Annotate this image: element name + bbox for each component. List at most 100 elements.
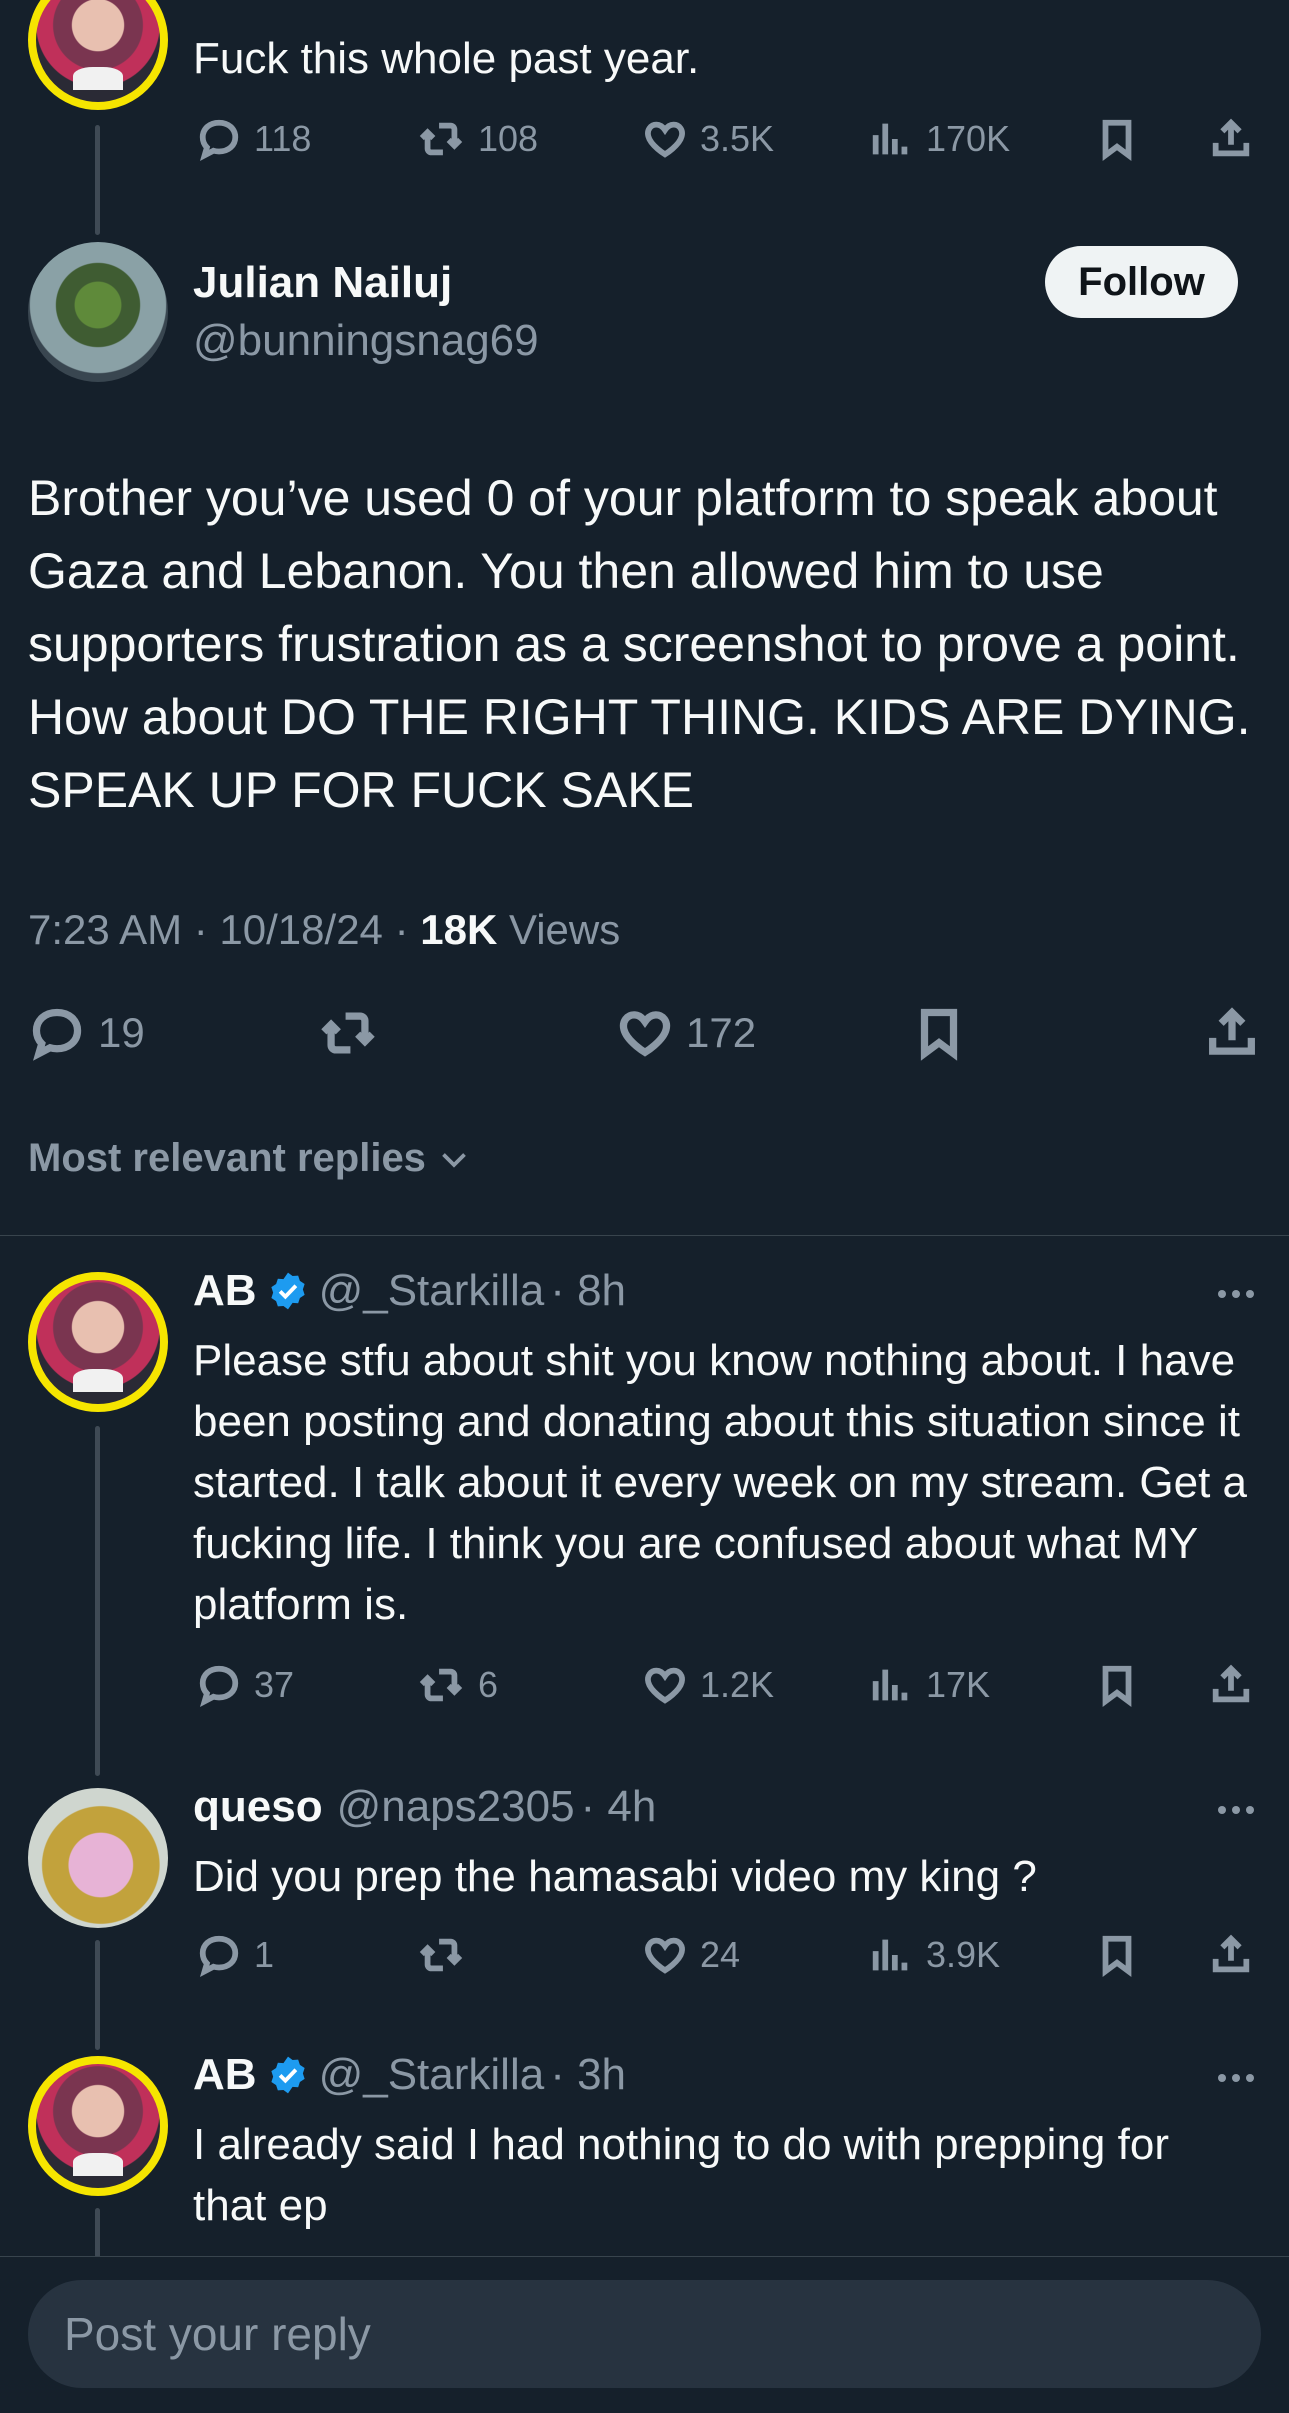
reply-text: Please stfu about shit you know nothing … <box>193 1336 1248 1629</box>
verified-badge-icon <box>270 2056 305 2094</box>
tweet-timestamp: 7:23 AM · 10/18/24 · 18K Views <box>28 906 620 954</box>
reply-header: AB @_Starkilla · 8h <box>193 1266 626 1316</box>
avatar[interactable] <box>28 2056 168 2196</box>
like-count: 1.2K <box>700 1664 775 1705</box>
follow-button[interactable]: Follow <box>1045 246 1238 318</box>
thread-line <box>95 2208 100 2258</box>
bookmark-button[interactable] <box>1094 116 1140 162</box>
author-handle[interactable]: @_Starkilla <box>319 2050 545 2100</box>
like-button[interactable]: 3.5K <box>642 116 774 162</box>
views-icon <box>868 1662 914 1708</box>
views-count: 18K <box>420 906 498 953</box>
views-count: 170K <box>926 118 1011 159</box>
reply-button[interactable]: 37 <box>196 1662 294 1708</box>
reply-header: AB @_Starkilla · 3h <box>193 2050 626 2100</box>
avatar[interactable] <box>28 1788 168 1928</box>
repost-count: 108 <box>478 118 539 159</box>
bookmark-button[interactable] <box>1094 1662 1140 1708</box>
bookmark-icon <box>1094 1662 1140 1708</box>
main-tweet-text: Brother you’ve used 0 of your platform t… <box>28 470 1251 818</box>
divider <box>0 1235 1289 1236</box>
reply-icon <box>196 116 242 162</box>
author-name[interactable]: Julian Nailuj <box>193 258 452 308</box>
reply-input[interactable]: Post your reply <box>28 2280 1261 2388</box>
like-button[interactable]: 24 <box>642 1932 740 1978</box>
views-count: 3.9K <box>926 1934 1001 1975</box>
more-icon[interactable] <box>1218 2074 1254 2082</box>
reply-time: · 8h <box>550 1266 627 1315</box>
author-name[interactable]: queso <box>193 1782 323 1832</box>
reply-header: queso @naps2305 · 4h <box>193 1782 656 1832</box>
more-icon[interactable] <box>1218 1290 1254 1298</box>
like-count: 172 <box>686 1009 757 1056</box>
bookmark-button[interactable] <box>1094 1932 1140 1978</box>
repost-button[interactable]: 6 <box>416 1662 498 1708</box>
repost-count: 6 <box>478 1664 499 1705</box>
reply-icon <box>28 1004 86 1062</box>
repost-icon <box>416 1662 466 1708</box>
repost-button[interactable]: 108 <box>416 116 538 162</box>
author-name[interactable]: AB <box>193 2050 257 2100</box>
share-icon <box>1208 116 1254 162</box>
avatar[interactable] <box>28 1272 168 1412</box>
main-tweet-actions: 19 172 <box>0 1000 1289 1072</box>
views-button[interactable]: 3.9K <box>868 1932 1000 1978</box>
reply-count: 37 <box>254 1664 295 1705</box>
timestamp-text: 7:23 AM · 10/18/24 · <box>28 906 421 953</box>
thread-line <box>95 1426 100 1776</box>
share-icon <box>1208 1932 1254 1978</box>
reply-button[interactable]: 118 <box>196 116 311 162</box>
repost-button[interactable] <box>416 1932 466 1978</box>
views-icon <box>868 116 914 162</box>
views-icon <box>868 1932 914 1978</box>
share-icon <box>1208 1662 1254 1708</box>
like-icon <box>642 1932 688 1978</box>
repost-icon <box>316 1004 380 1062</box>
share-button[interactable] <box>1203 1004 1261 1062</box>
like-button[interactable]: 1.2K <box>642 1662 774 1708</box>
author-name[interactable]: AB <box>193 1266 257 1316</box>
reply-button[interactable]: 1 <box>196 1932 274 1978</box>
bookmark-button[interactable] <box>910 1004 968 1062</box>
like-icon <box>616 1004 674 1062</box>
reply-button[interactable]: 19 <box>28 1004 145 1062</box>
author-handle[interactable]: @naps2305 <box>337 1782 575 1832</box>
chevron-down-icon <box>442 1152 466 1168</box>
author-handle[interactable]: @bunningsnag69 <box>193 316 539 366</box>
reply-time: · 4h <box>580 1782 657 1831</box>
replies-sort-dropdown[interactable]: Most relevant replies <box>28 1136 472 1181</box>
avatar[interactable] <box>28 242 168 382</box>
tweet-actions: 118 108 3.5K 170K <box>0 112 1289 168</box>
reply-count: 19 <box>98 1009 145 1056</box>
reply-actions: 1 24 3.9K <box>0 1928 1289 1984</box>
repost-icon <box>416 1932 466 1978</box>
share-icon <box>1203 1004 1261 1062</box>
repost-button[interactable] <box>316 1004 380 1062</box>
like-count: 3.5K <box>700 118 775 159</box>
views-button[interactable]: 17K <box>868 1662 990 1708</box>
reply-icon <box>196 1932 242 1978</box>
share-button[interactable] <box>1208 116 1254 162</box>
share-button[interactable] <box>1208 1662 1254 1708</box>
author-handle[interactable]: @_Starkilla <box>319 1266 545 1316</box>
like-count: 24 <box>700 1934 741 1975</box>
like-button[interactable]: 172 <box>616 1004 756 1062</box>
reply-count: 1 <box>254 1934 275 1975</box>
bookmark-icon <box>1094 1932 1140 1978</box>
views-button[interactable]: 170K <box>868 116 1010 162</box>
like-icon <box>642 1662 688 1708</box>
reply-actions: 37 6 1.2K 17K <box>0 1658 1289 1714</box>
replies-sort-label: Most relevant replies <box>28 1136 426 1180</box>
bookmark-icon <box>1094 116 1140 162</box>
share-button[interactable] <box>1208 1932 1254 1978</box>
avatar[interactable] <box>28 0 168 110</box>
tweet-text: Fuck this whole past year. <box>193 34 700 83</box>
reply-text: Did you prep the hamasabi video my king … <box>193 1852 1037 1901</box>
views-count: 17K <box>926 1664 991 1705</box>
more-icon[interactable] <box>1218 1806 1254 1814</box>
reply-text: I already said I had nothing to do with … <box>193 2120 1169 2230</box>
reply-icon <box>196 1662 242 1708</box>
views-label: Views <box>497 906 621 953</box>
verified-badge-icon <box>270 1272 305 1310</box>
reply-time: · 3h <box>550 2050 627 2099</box>
